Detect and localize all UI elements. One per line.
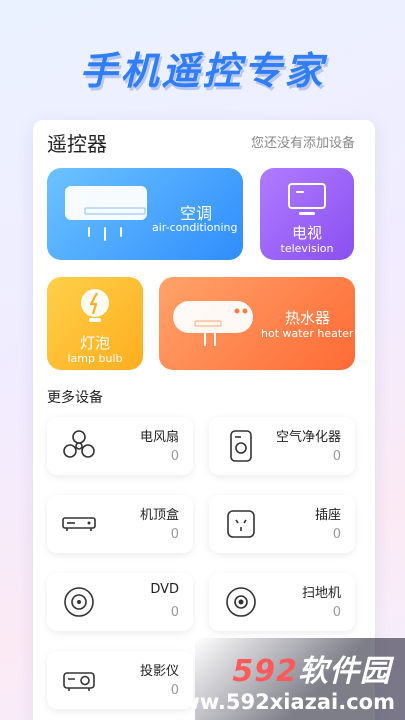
device-name: DVD [150, 582, 179, 597]
device-name: 插座 [314, 508, 341, 523]
device-name: 电风扇 [139, 430, 179, 445]
air-conditioner-sub: air-conditioning [152, 221, 238, 234]
device-card-set-top-box[interactable]: 机顶盒 0 [47, 495, 193, 553]
water-heater-label: 热水器 [285, 309, 331, 327]
device-count: 0 [332, 605, 341, 620]
device-card-air-purifier[interactable]: 空气净化器 0 [209, 417, 355, 475]
watermark-url: www.592xiazai.com [161, 690, 395, 714]
device-count: 0 [170, 527, 179, 542]
television-icon [288, 183, 326, 215]
watermark-logo: 592软件园 [232, 646, 391, 690]
no-device-hint[interactable]: 您还没有添加设备 [251, 132, 355, 151]
water-heater-tile[interactable]: 热水器 hot water heater [159, 277, 355, 370]
robot-vacuum-icon [226, 587, 256, 617]
device-name: 机顶盒 [139, 508, 179, 523]
app-banner-title: 手机遥控专家 [79, 49, 326, 93]
air-conditioner-tile[interactable]: 空调 air-conditioning [47, 168, 243, 260]
television-label: 电视 [291, 224, 322, 242]
device-card-socket[interactable]: 插座 0 [209, 495, 355, 553]
more-devices-title: 更多设备 [47, 390, 103, 406]
air-purifier-icon [230, 430, 252, 462]
device-name: 空气净化器 [275, 430, 341, 445]
device-card-dvd[interactable]: DVD 0 [47, 573, 193, 631]
device-count: 0 [170, 449, 179, 464]
water-heater-sub: hot water heater [261, 327, 354, 340]
watermark: 592软件园 www.592xiazai.com [161, 638, 405, 720]
air-conditioner-icon [65, 186, 147, 241]
lamp-bulb-tile[interactable]: 灯泡 lamp bulb [47, 277, 143, 370]
dvd-icon [64, 587, 94, 617]
device-count: 0 [332, 527, 341, 542]
device-name: 扫地机 [301, 586, 341, 601]
remote-card: 遥控器 您还没有添加设备 空调 air-conditioning 电视 tele… [33, 120, 375, 720]
lamp-bulb-sub: lamp bulb [67, 352, 123, 365]
socket-icon [227, 510, 255, 538]
device-card-robot-vacuum[interactable]: 扫地机 0 [209, 573, 355, 631]
device-count: 0 [170, 605, 179, 620]
watermark-logo-number: 592 [232, 654, 298, 689]
lamp-bulb-icon [81, 289, 109, 322]
device-name: 投影仪 [139, 664, 179, 679]
remote-section-title: 遥控器 [47, 132, 107, 156]
projector-icon [63, 672, 95, 691]
lamp-bulb-label: 灯泡 [79, 334, 110, 352]
set-top-box-icon [62, 517, 96, 531]
television-tile[interactable]: 电视 television [260, 168, 354, 260]
fan-icon [63, 430, 95, 458]
television-sub: television [280, 242, 334, 255]
water-heater-icon [173, 301, 253, 346]
device-card-fan[interactable]: 电风扇 0 [47, 417, 193, 475]
device-count: 0 [332, 449, 341, 464]
watermark-logo-text: 软件园 [298, 654, 391, 689]
